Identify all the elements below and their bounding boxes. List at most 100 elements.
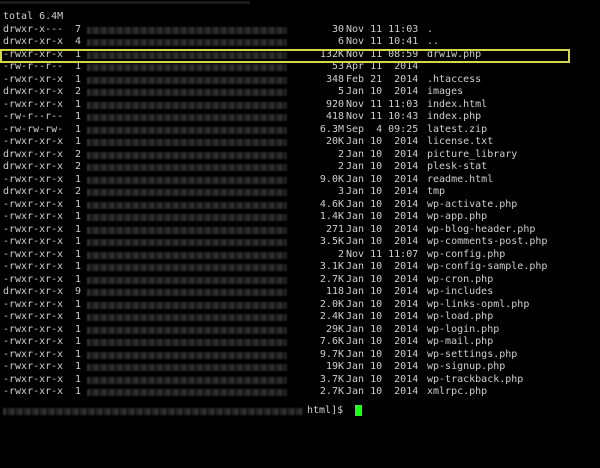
file-name: images xyxy=(427,86,464,97)
file-date: Jan 10 2014 xyxy=(346,386,419,397)
redacted-owner-group xyxy=(87,289,287,296)
file-date: Jan 10 2014 xyxy=(346,261,419,272)
file-permissions: -rwxr-xr-x xyxy=(3,73,64,85)
file-name: index.html xyxy=(427,98,488,110)
file-link-count: 1 xyxy=(75,211,82,222)
file-date: Jan 10 2014 xyxy=(346,148,419,160)
file-name: wp-settings.php xyxy=(427,348,518,360)
file-date: Jan 10 2014 xyxy=(346,373,419,385)
file-row: -rwxr-xr-x 1 2.4K Jan 10 2014 wp-load.php xyxy=(3,311,493,324)
redacted-owner-group xyxy=(87,226,287,234)
file-row: drwxr-xr-x 4 6 Nov 11 10:41.. xyxy=(3,36,439,49)
file-size: 1.4K xyxy=(319,211,344,222)
file-permissions: -rwxr-xr-x xyxy=(3,173,64,185)
redacted-prompt-prefix xyxy=(3,408,303,415)
file-name: wp-cron.php xyxy=(427,273,494,285)
file-link-count: 1 xyxy=(75,298,82,310)
file-date: Jan 10 2014 xyxy=(346,161,419,172)
file-name: wp-mail.php xyxy=(427,336,494,347)
file-row: -rwxr-xr-x 1 2 Nov 11 11:07 wp-config.php xyxy=(3,249,505,262)
file-link-count: 1 xyxy=(75,311,82,322)
redacted-owner-group xyxy=(87,151,287,159)
file-permissions: -rwxr-xr-x xyxy=(3,361,64,372)
total-line: total 6.4M xyxy=(3,11,63,24)
file-size: 3.1K xyxy=(319,261,344,272)
file-link-count: 2 xyxy=(75,148,82,160)
file-size: 348 xyxy=(325,73,344,85)
redacted-owner-group xyxy=(87,314,287,321)
file-size: 29K xyxy=(325,323,344,335)
file-row: drwxr-xr-x 2 5 Jan 10 2014 images xyxy=(3,86,463,99)
file-row: drwxr-x--- 7 30 Nov 11 11:03. xyxy=(3,24,433,37)
redacted-owner-group xyxy=(87,351,287,359)
file-size: 9.7K xyxy=(319,348,344,360)
redacted-owner-group xyxy=(87,201,287,209)
file-size: 20K xyxy=(325,136,344,147)
file-listing: total 6.4M drwxr-x--- 7 30 Nov 11 11:03. drw… xyxy=(3,11,547,399)
file-permissions: -rwxr-xr-x xyxy=(3,298,64,310)
redacted-owner-group xyxy=(87,376,287,384)
file-size: 2.4K xyxy=(319,311,344,322)
file-row: -rwxr-xr-x 1 19K Jan 10 2014 wp-signup.php xyxy=(3,361,505,374)
file-permissions: -rwxr-xr-x xyxy=(3,223,64,235)
total-text: total 6.4M xyxy=(3,11,64,22)
redacted-owner-group xyxy=(87,114,287,121)
redacted-owner-group xyxy=(87,326,287,334)
file-size: 920 xyxy=(325,98,344,110)
file-date: Jan 10 2014 xyxy=(346,286,419,297)
file-date: Jan 10 2014 xyxy=(346,198,419,210)
file-size: 3 xyxy=(337,186,344,197)
file-permissions: -rwxr-xr-x xyxy=(3,386,64,397)
file-name: plesk-stat xyxy=(427,161,488,172)
file-name: license.txt xyxy=(427,136,494,147)
file-link-count: 1 xyxy=(75,373,82,385)
file-date: Jan 10 2014 xyxy=(346,86,419,97)
redacted-owner-group xyxy=(87,214,287,221)
file-permissions: drwxr-xr-x xyxy=(3,161,64,172)
terminal-cursor xyxy=(355,405,362,416)
file-link-count: 1 xyxy=(75,248,82,260)
file-link-count: 1 xyxy=(75,386,82,397)
redacted-owner-group xyxy=(87,339,287,346)
file-date: Jan 10 2014 xyxy=(346,311,419,322)
file-link-count: 1 xyxy=(75,173,82,185)
redacted-owner-group xyxy=(87,176,287,184)
file-row: -rwxr-xr-x 1 2.7K Jan 10 2014 wp-cron.php xyxy=(3,274,493,287)
file-name: wp-config-sample.php xyxy=(427,261,548,272)
file-permissions: -rwxr-xr-x xyxy=(3,323,64,335)
redacted-owner-group xyxy=(87,64,287,71)
file-row: -rwxr-xr-x 1 920 Nov 11 11:03 index.html xyxy=(3,99,487,112)
file-size: 2.0K xyxy=(319,298,344,310)
file-name: wp-links-opml.php xyxy=(427,298,530,310)
terminal-window[interactable]: total 6.4M drwxr-x--- 7 30 Nov 11 11:03. drw… xyxy=(0,0,600,416)
file-permissions: -rwxr-xr-x xyxy=(3,348,64,360)
file-row: drwxr-xr-x 2 2 Jan 10 2014 plesk-stat xyxy=(3,161,487,174)
file-name: wp-trackback.php xyxy=(427,373,524,385)
redacted-owner-group xyxy=(87,139,287,146)
file-row: drwxr-xr-x 2 3 Jan 10 2014 tmp xyxy=(3,186,445,199)
file-row: drwxr-xr-x 9 118 Jan 10 2014 wp-includes xyxy=(3,286,493,299)
file-name: wp-includes xyxy=(427,286,494,297)
file-row: -rwxr-xr-x 1 20K Jan 10 2014 license.txt xyxy=(3,136,493,149)
file-name: .. xyxy=(427,36,440,47)
file-link-count: 1 xyxy=(75,336,82,347)
file-size: 3.7K xyxy=(319,373,344,385)
file-link-count: 1 xyxy=(75,123,82,135)
file-date: Sep 4 09:25 xyxy=(346,123,419,135)
command-prompt[interactable]: html]$ xyxy=(3,405,362,417)
file-size: 2.7K xyxy=(319,386,344,397)
file-date: Nov 11 10:41 xyxy=(346,36,419,47)
file-link-count: 1 xyxy=(75,73,82,85)
file-name: .htaccess xyxy=(427,73,482,85)
file-size: 2 xyxy=(337,248,344,260)
redacted-owner-group xyxy=(87,26,287,34)
file-name: xmlrpc.php xyxy=(427,386,488,397)
file-size: 418 xyxy=(325,111,344,122)
file-permissions: -rwxr-xr-x xyxy=(3,211,64,222)
file-size: 19K xyxy=(325,361,344,372)
file-row: -rwxr-xr-x 1 4.6K Jan 10 2014 wp-activate.ph… xyxy=(3,199,517,212)
file-date: Jan 10 2014 xyxy=(346,211,419,222)
file-name: latest.zip xyxy=(427,123,488,135)
file-permissions: -rwxr-xr-x xyxy=(3,236,64,247)
file-size: 5 xyxy=(337,86,344,97)
